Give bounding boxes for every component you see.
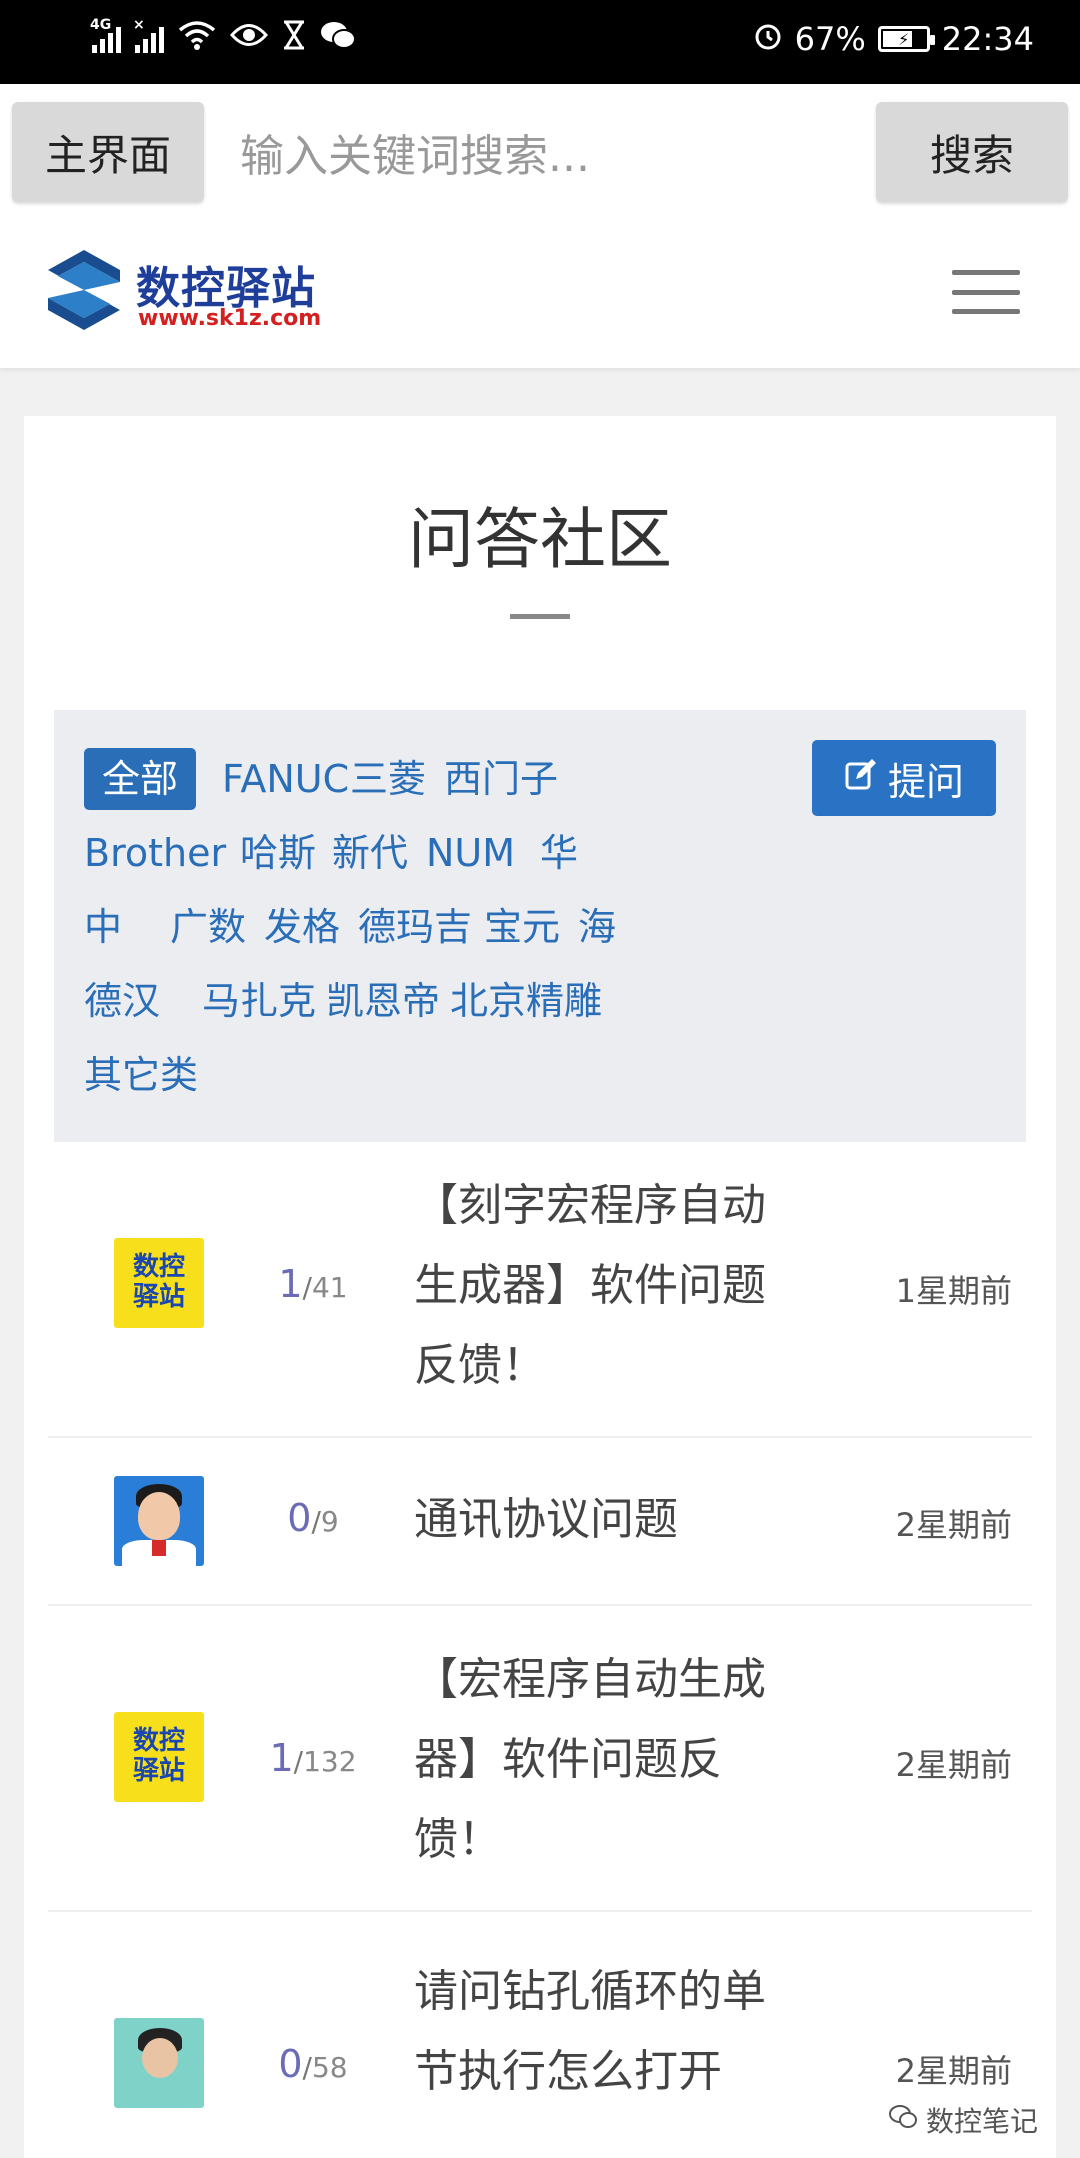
tag-huazhong-part1[interactable]: 华: [540, 834, 578, 872]
answer-count: 0: [287, 1496, 312, 1540]
view-count: 132: [303, 1745, 357, 1778]
logo-mark-icon: [48, 250, 120, 330]
question-title[interactable]: 请问钻孔循环的单 节执行怎么打开: [414, 1952, 824, 2112]
view-count: 9: [320, 1505, 339, 1538]
status-left-icons: 4G ×: [90, 17, 356, 56]
answer-view-count: 1/132: [269, 1736, 357, 1780]
question-title-line: 生成器】软件问题: [414, 1260, 766, 1311]
tag-brother[interactable]: Brother: [84, 834, 226, 872]
avatar[interactable]: 数控 驿站: [114, 1238, 204, 1328]
question-row[interactable]: 0/9 通讯协议问题 2星期前: [48, 1438, 1032, 1606]
wifi-icon: [178, 20, 216, 56]
question-title-line: 【宏程序自动生成: [414, 1654, 766, 1705]
edit-icon: [844, 757, 878, 800]
search-button[interactable]: 搜索: [876, 102, 1068, 202]
tag-heidenhain-part2[interactable]: 德汉: [84, 982, 160, 1020]
tag-gsk[interactable]: 广数: [170, 908, 246, 946]
tag-num[interactable]: NUM: [426, 834, 515, 872]
title-divider: [510, 614, 570, 619]
logo-url: www.sk1z.com: [138, 306, 322, 331]
question-title-line: 【刻字宏程序自动: [414, 1180, 766, 1231]
eye-icon: [229, 22, 269, 54]
question-time: 2星期前: [895, 1506, 1012, 1544]
avatar[interactable]: 数控 驿站: [114, 1712, 204, 1802]
question-title-line: 请问钻孔循环的单: [414, 1966, 766, 2017]
question-time: 2星期前: [895, 1746, 1012, 1784]
question-row[interactable]: 数控 驿站 1/41 【刻字宏程序自动 生成器】软件问题 反馈！ 1星期前: [48, 1148, 1032, 1438]
wechat-icon: [320, 20, 356, 56]
avatar-text-line2: 驿站: [132, 1282, 185, 1312]
battery-icon: ⚡: [877, 26, 935, 52]
search-input[interactable]: 输入关键词搜索...: [240, 102, 840, 202]
tag-syntec[interactable]: 新代: [332, 834, 408, 872]
wechat-watermark: 数控笔记: [881, 2098, 1044, 2142]
ask-question-button[interactable]: 提问: [812, 740, 996, 816]
status-right-icons: 67% ⚡ 22:34: [753, 20, 1034, 58]
category-filter-panel: 全部 FANUC 三菱 西门子 提问 Brother 哈斯 新代 NUM 华 中…: [54, 710, 1026, 1142]
qa-card: 问答社区 全部 FANUC 三菱 西门子 提问 Brother 哈斯 新代 NU…: [24, 416, 1056, 2158]
answer-count: 0: [278, 2042, 303, 2086]
answer-view-count: 0/9: [287, 1496, 339, 1540]
answer-view-count: 1/41: [278, 1262, 348, 1306]
tag-other[interactable]: 其它类: [84, 1056, 198, 1094]
site-header: 数控驿站 www.sk1z.com: [0, 214, 1080, 368]
avatar-text-line2: 驿站: [132, 1756, 185, 1786]
clock: 22:34: [941, 20, 1034, 58]
tag-haas[interactable]: 哈斯: [240, 834, 316, 872]
network-type-label: 4G: [90, 17, 112, 33]
question-title-line: 通讯协议问题: [414, 1494, 678, 1545]
tag-dmg[interactable]: 德玛吉: [358, 908, 472, 946]
cellular-signal-2-icon: ×: [133, 17, 164, 53]
battery-percent: 67%: [794, 20, 866, 58]
hamburger-menu-icon[interactable]: [952, 270, 1020, 314]
site-logo[interactable]: 数控驿站 www.sk1z.com: [44, 248, 344, 332]
search-bar: 主界面 输入关键词搜索... 搜索: [0, 84, 1080, 214]
cellular-signal-icon: 4G: [90, 17, 121, 53]
question-time: 2星期前: [895, 2052, 1012, 2090]
home-button[interactable]: 主界面: [12, 102, 204, 202]
answer-count: 1: [278, 1262, 303, 1306]
tag-mazak[interactable]: 马扎克: [202, 982, 316, 1020]
tag-kende[interactable]: 凯恩帝: [326, 982, 440, 1020]
question-title-line: 节执行怎么打开: [414, 2046, 722, 2097]
question-title[interactable]: 【刻字宏程序自动 生成器】软件问题 反馈！: [414, 1166, 824, 1406]
status-bar: 4G × 67% ⚡ 22:34: [0, 0, 1080, 84]
question-title-line: 馈！: [414, 1814, 502, 1865]
tag-mitsubishi[interactable]: 三菱: [350, 760, 426, 798]
question-time: 1星期前: [895, 1272, 1012, 1310]
tag-huazhong-part2[interactable]: 中: [84, 908, 122, 946]
question-title-line: 反馈！: [414, 1340, 546, 1391]
question-title[interactable]: 【宏程序自动生成 器】软件问题反 馈！: [414, 1640, 824, 1880]
tag-all[interactable]: 全部: [84, 748, 197, 810]
question-row[interactable]: 数控 驿站 1/132 【宏程序自动生成 器】软件问题反 馈！ 2星期前: [48, 1606, 1032, 1912]
alarm-clock-icon: [753, 21, 783, 57]
wechat-logo-icon: [888, 2104, 918, 2137]
view-count: 58: [311, 2051, 348, 2084]
tag-fagor[interactable]: 发格: [264, 908, 340, 946]
page-title: 问答社区: [408, 501, 672, 578]
tag-fanuc[interactable]: FANUC: [222, 760, 349, 798]
avatar[interactable]: [114, 1476, 204, 1566]
tag-heidenhain-part1[interactable]: 海: [578, 908, 616, 946]
answer-view-count: 0/58: [278, 2042, 348, 2086]
question-title[interactable]: 通讯协议问题: [414, 1480, 824, 1560]
answer-count: 1: [269, 1736, 294, 1780]
ask-label: 提问: [887, 759, 964, 804]
question-title-line: 器】软件问题反: [414, 1734, 722, 1785]
tag-jingdiao[interactable]: 北京精雕: [450, 982, 602, 1020]
tag-baoyuan[interactable]: 宝元: [484, 908, 560, 946]
view-count: 41: [311, 1271, 348, 1304]
avatar-text-line1: 数控: [132, 1726, 185, 1757]
hourglass-icon: [282, 20, 306, 56]
tag-siemens[interactable]: 西门子: [444, 760, 558, 798]
avatar[interactable]: [114, 2018, 204, 2108]
avatar-text-line1: 数控: [132, 1252, 185, 1283]
watermark-text: 数控笔记: [925, 2105, 1038, 2138]
